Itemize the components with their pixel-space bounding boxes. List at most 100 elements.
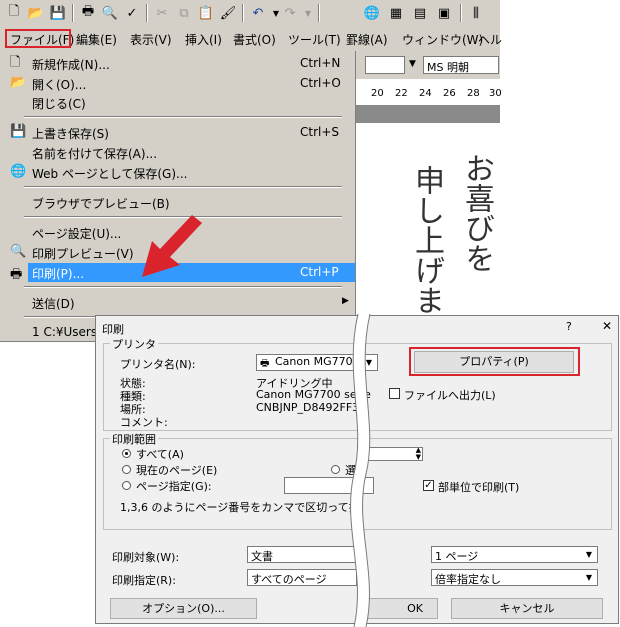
print-dialog: 印刷 ? ✕ プリンタ プリンタ名(N): 🖶 Canon MG7700 ▼ プ… [95,314,619,627]
columns-icon[interactable]: ⫼ [466,3,486,23]
shortcut-label: Ctrl+P [300,265,339,279]
menu-window[interactable]: ウィンドウ(W) [402,31,483,48]
print-to-file-checkbox[interactable] [389,388,400,399]
menu-item-label: 送信(D) [32,297,75,311]
menu-item-label: ページ設定(U)... [32,227,122,241]
comment-label: コメント: [120,416,168,429]
paste-icon[interactable]: 📋 [196,3,216,23]
radio-pages-label: ページ指定(G): [136,480,212,493]
print-label: 印刷指定(R): [112,574,176,587]
radio-current-page[interactable] [122,465,131,474]
new-document-icon[interactable]: 🗋 [4,3,24,23]
file-dropdown-menu: 🗋 新規作成(N)... Ctrl+N 📂 開く(O)... Ctrl+O 閉じ… [0,51,356,342]
tables-borders-icon[interactable]: ▦ [386,3,406,23]
save-icon[interactable]: 💾 [48,3,68,23]
redo-icon[interactable]: ↷ [280,3,300,23]
font-name-box[interactable]: MS 明朝 [423,56,499,74]
cut-separator [350,314,371,627]
help-button[interactable]: ? [566,320,572,333]
menu-item-save-web[interactable]: 🌐 Web ページとして保存(G)... [0,163,355,182]
menu-item-send[interactable]: 送信(D) ▶ [0,293,355,312]
copy-icon[interactable]: ⧉ [174,3,194,23]
menu-separator [24,116,342,118]
menu-item-label: Web ページとして保存(G)... [32,167,188,181]
toolbar-separator [242,4,244,22]
shortcut-label: Ctrl+S [300,125,340,139]
ruler-mark: 22 [395,88,408,99]
menu-file[interactable]: ファイル(F) [10,31,74,48]
menu-item-save[interactable]: 💾 上書き保存(S) Ctrl+S [0,123,355,142]
style-dropdown-icon[interactable]: ▼ [409,59,416,69]
redo-dropdown-icon[interactable]: ▼ [298,3,318,23]
close-icon[interactable]: ✕ [602,319,612,333]
menu-item-label: 上書き保存(S) [32,127,109,141]
shortcut-label: Ctrl+N [300,56,341,70]
menu-item-label: 閉じる(C) [32,97,86,111]
document-canvas[interactable]: お喜びを 申し上げま [355,123,500,343]
menu-bar: ファイル(F) 編集(E) 表示(V) 挿入(I) 書式(O) ツール(T) 罫… [0,27,502,51]
insert-table-icon[interactable]: ▤ [410,3,430,23]
printer-group-title: プリンタ [110,336,158,352]
printer-icon: 🖶 [10,267,23,282]
chevron-down-icon: ▼ [585,550,593,559]
print-preview-icon[interactable]: 🔍 [100,3,120,23]
printer-name-label: プリンタ名(N): [120,358,196,371]
print-range-group-title: 印刷範囲 [110,431,158,447]
collate-label: 部単位で印刷(T) [438,481,520,494]
insert-excel-icon[interactable]: ▣ [434,3,454,23]
pages-hint-text: 1,3,6 のようにページ番号をカンマで区切って指定するか、4- [120,501,357,514]
collate-checkbox[interactable]: ✓ [423,480,434,491]
toolbar-separator [72,4,74,22]
menu-view[interactable]: 表示(V) [130,31,172,48]
spinner-down-icon[interactable]: ▼ [416,453,421,460]
menu-item-browser-preview[interactable]: ブラウザでプレビュー(B) [0,193,355,212]
printer-icon[interactable]: 🖶 [78,3,98,23]
menu-item-label: 印刷(P)... [32,267,85,281]
pages-per-sheet-select[interactable]: 1 ページ ▼ [431,546,598,563]
pages-per-sheet-value: 1 ページ [435,550,479,563]
radio-pages[interactable] [122,481,131,490]
undo-icon[interactable]: ↶ [248,3,268,23]
format-painter-icon[interactable]: 🖌 [218,3,238,23]
scale-select[interactable]: 倍率指定なし ▼ [431,569,598,586]
radio-current-page-label: 現在のページ(E) [136,464,218,477]
menu-item-close[interactable]: 閉じる(C) [0,93,355,112]
cut-icon[interactable]: ✂ [152,3,172,23]
menu-insert[interactable]: 挿入(I) [185,31,222,48]
menu-edit[interactable]: 編集(E) [76,31,117,48]
print-preview-icon: 🔍 [10,244,27,259]
cancel-button[interactable]: キャンセル [451,598,603,619]
callout-arrow-icon [142,215,202,277]
menu-item-label: ブラウザでプレビュー(B) [32,197,170,211]
menu-item-save-as[interactable]: 名前を付けて保存(A)... [0,143,355,162]
chevron-down-icon: ▼ [585,573,593,582]
menu-item-label: 印刷プレビュー(V) [32,247,134,261]
menu-help[interactable]: ヘル [478,31,502,48]
ruler-mark: 30 [489,88,502,99]
ruler-mark: 28 [467,88,480,99]
toolbar-separator [146,4,148,22]
spellcheck-icon[interactable]: ✓ [122,3,142,23]
options-button[interactable]: オプション(O)... [110,598,257,619]
horizontal-ruler: 20 22 24 26 28 30 [355,85,502,106]
menu-tools[interactable]: ツール(T) [288,31,341,48]
print-what-label: 印刷対象(W): [112,551,180,564]
menu-item-open[interactable]: 📂 開く(O)... Ctrl+O [0,74,355,93]
menu-table[interactable]: 罫線(A) [346,31,388,48]
menu-format[interactable]: 書式(O) [233,31,276,48]
ruler-mark: 24 [419,88,432,99]
shortcut-label: Ctrl+O [300,76,341,90]
menu-item-label: 名前を付けて保存(A)... [32,147,158,161]
scale-value: 倍率指定なし [435,573,501,586]
style-box[interactable] [365,56,405,74]
menu-item-label: 1 C:¥Users [32,325,98,339]
dialog-title: 印刷 [102,323,124,336]
web-page-icon: 🌐 [10,164,27,179]
hyperlink-globe-icon[interactable]: 🌐 [362,3,382,23]
radio-all[interactable] [122,449,131,458]
open-folder-icon[interactable]: 📂 [26,3,46,23]
menu-item-new[interactable]: 🗋 新規作成(N)... Ctrl+N [0,54,355,73]
printer-icon: 🖶 [260,358,270,369]
radio-all-label: すべて(A) [136,448,184,461]
page-margin-area [355,105,500,123]
